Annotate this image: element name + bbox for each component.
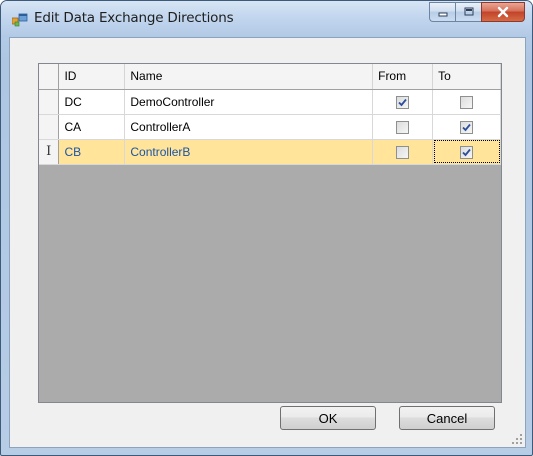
to-checkbox[interactable]	[460, 145, 474, 159]
resize-grip-icon[interactable]	[511, 433, 523, 445]
row-header[interactable]	[39, 89, 60, 115]
to-checkbox[interactable]	[460, 120, 474, 134]
column-header-from[interactable]: From	[372, 64, 434, 90]
ok-button[interactable]: OK	[280, 406, 376, 430]
from-checkbox[interactable]	[396, 95, 410, 109]
close-button[interactable]	[481, 2, 525, 22]
cell-id[interactable]: DC	[58, 89, 126, 115]
window-title: Edit Data Exchange Directions	[34, 10, 234, 26]
from-checkbox[interactable]	[396, 120, 410, 134]
column-header-id[interactable]: ID	[58, 64, 126, 90]
cell-name[interactable]: ControllerA	[124, 114, 374, 140]
cell-to[interactable]	[432, 89, 501, 115]
cell-id[interactable]: CB	[58, 139, 126, 165]
column-header-to[interactable]: To	[432, 64, 501, 90]
data-grid[interactable]: ID Name From To DC DemoController CA Con…	[38, 63, 502, 403]
minimize-icon	[438, 12, 447, 17]
cancel-button[interactable]: Cancel	[399, 406, 495, 430]
cell-to[interactable]	[432, 114, 501, 140]
cell-name[interactable]: ControllerB	[124, 139, 374, 165]
cell-id[interactable]: CA	[58, 114, 126, 140]
close-icon	[497, 6, 509, 18]
corner-header[interactable]	[39, 64, 60, 90]
maximize-button[interactable]	[455, 2, 481, 22]
table-row[interactable]: DC DemoController	[39, 89, 501, 115]
from-checkbox[interactable]	[396, 145, 410, 159]
cell-from[interactable]	[372, 89, 434, 115]
title-bar[interactable]: Edit Data Exchange Directions	[1, 1, 532, 37]
table-row-selected[interactable]: I CB ControllerB	[39, 139, 501, 165]
cell-to-focused[interactable]	[432, 139, 501, 165]
row-header-editing[interactable]: I	[39, 139, 60, 165]
row-header[interactable]	[39, 114, 60, 140]
dialog-client-area: ID Name From To DC DemoController CA Con…	[9, 37, 526, 448]
form-app-icon	[12, 13, 28, 27]
minimize-button[interactable]	[429, 2, 455, 22]
cell-from[interactable]	[372, 139, 434, 165]
column-header-name[interactable]: Name	[124, 64, 374, 90]
checkmark-icon	[462, 148, 471, 156]
checkmark-icon	[462, 123, 471, 131]
dialog-window: Edit Data Exchange Directions ID Name Fr…	[0, 0, 533, 456]
caption-buttons	[429, 2, 525, 22]
cell-from[interactable]	[372, 114, 434, 140]
table-row[interactable]: CA ControllerA	[39, 114, 501, 140]
maximize-icon	[464, 7, 473, 16]
cell-name[interactable]: DemoController	[124, 89, 374, 115]
header-row: ID Name From To	[39, 64, 501, 90]
checkmark-icon	[398, 98, 407, 106]
data-grid-table: ID Name From To DC DemoController CA Con…	[39, 64, 501, 165]
edit-cursor-icon: I	[46, 144, 52, 159]
to-checkbox[interactable]	[460, 95, 474, 109]
